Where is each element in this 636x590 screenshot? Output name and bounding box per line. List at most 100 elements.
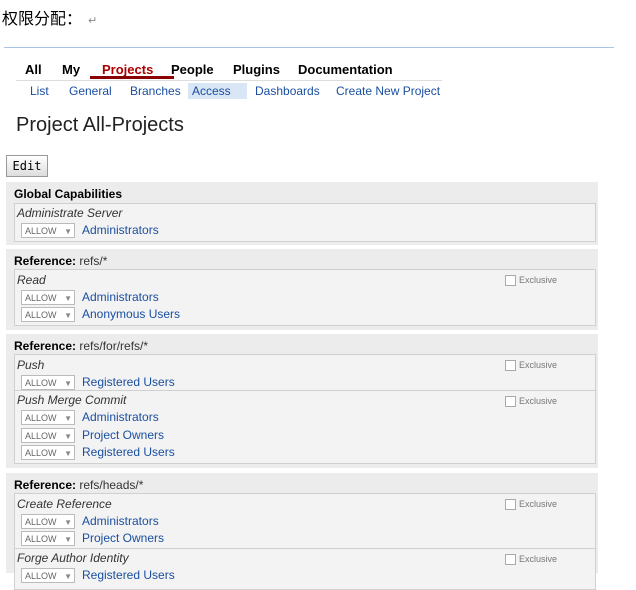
allow-select-value: ALLOW bbox=[25, 448, 57, 458]
chevron-down-icon: ▼ bbox=[64, 414, 72, 423]
chevron-down-icon: ▼ bbox=[64, 432, 72, 441]
nav-people[interactable]: People bbox=[171, 62, 214, 77]
allow-select-value: ALLOW bbox=[25, 310, 57, 320]
section-heading: Reference: refs/for/refs/* bbox=[14, 339, 148, 353]
permission-name: Administrate Server bbox=[17, 206, 123, 220]
permission-block: Forge Author Identity Exclusive ALLOW ▼ R… bbox=[14, 548, 596, 590]
subnav-list[interactable]: List bbox=[26, 83, 53, 99]
chevron-down-icon: ▼ bbox=[64, 294, 72, 303]
paragraph-mark: ↵ bbox=[88, 14, 98, 27]
group-link[interactable]: Registered Users bbox=[82, 568, 175, 582]
group-link[interactable]: Project Owners bbox=[82, 428, 164, 442]
chevron-down-icon: ▼ bbox=[64, 572, 72, 581]
group-link[interactable]: Project Owners bbox=[82, 531, 164, 545]
allow-select-value: ALLOW bbox=[25, 378, 57, 388]
nav-documentation[interactable]: Documentation bbox=[298, 62, 393, 77]
exclusive-label: Exclusive bbox=[519, 275, 558, 285]
reference-label: Reference: bbox=[14, 254, 77, 268]
permission-name: Read bbox=[17, 273, 46, 287]
chevron-down-icon: ▼ bbox=[64, 379, 72, 388]
checkbox-icon bbox=[505, 360, 516, 372]
allow-select[interactable]: ALLOW ▼ bbox=[21, 514, 75, 529]
allow-select-value: ALLOW bbox=[25, 534, 57, 544]
section-reference: Reference: refs/heads/* Create Reference… bbox=[6, 473, 598, 590]
reference-path: refs/heads/* bbox=[79, 478, 144, 492]
subnav-access[interactable]: Access bbox=[188, 83, 247, 99]
nav-projects[interactable]: Projects bbox=[102, 62, 153, 77]
exclusive-label: Exclusive bbox=[519, 396, 558, 406]
group-link[interactable]: Anonymous Users bbox=[82, 307, 180, 321]
chevron-down-icon: ▼ bbox=[64, 227, 72, 236]
allow-select-value: ALLOW bbox=[25, 431, 57, 441]
allow-select-value: ALLOW bbox=[25, 413, 57, 423]
allow-select[interactable]: ALLOW ▼ bbox=[21, 531, 75, 546]
allow-select-value: ALLOW bbox=[25, 226, 57, 236]
document-title-text: 权限分配： bbox=[2, 9, 83, 28]
permission-name: Forge Author Identity bbox=[17, 551, 129, 565]
edit-button[interactable]: Edit bbox=[6, 155, 48, 177]
chevron-down-icon: ▼ bbox=[64, 535, 72, 544]
exclusive-checkbox[interactable]: Exclusive bbox=[505, 499, 558, 511]
section-heading: Global Capabilities bbox=[14, 187, 122, 201]
chevron-down-icon: ▼ bbox=[64, 311, 72, 320]
permission-name: Create Reference bbox=[17, 497, 112, 511]
nav-all[interactable]: All bbox=[25, 62, 42, 77]
exclusive-checkbox[interactable]: Exclusive bbox=[505, 275, 558, 287]
reference-label: Reference: bbox=[14, 339, 77, 353]
group-link[interactable]: Administrators bbox=[82, 223, 159, 237]
allow-select[interactable]: ALLOW ▼ bbox=[21, 445, 75, 460]
allow-select[interactable]: ALLOW ▼ bbox=[21, 290, 75, 305]
subnav-branches[interactable]: Branches bbox=[126, 83, 185, 99]
subnav-create-new-project[interactable]: Create New Project bbox=[332, 83, 444, 99]
permission-name: Push bbox=[17, 358, 45, 372]
group-link[interactable]: Administrators bbox=[82, 514, 159, 528]
allow-select-value: ALLOW bbox=[25, 293, 57, 303]
checkbox-icon bbox=[505, 275, 516, 287]
checkbox-icon bbox=[505, 554, 516, 566]
allow-select-value: ALLOW bbox=[25, 517, 57, 527]
section-reference: Reference: refs/for/refs/* Push Exclusiv… bbox=[6, 334, 598, 468]
subnav-general[interactable]: General bbox=[65, 83, 116, 99]
reference-label: Reference: bbox=[14, 478, 77, 492]
exclusive-label: Exclusive bbox=[519, 499, 558, 509]
permission-block: Administrate Server ALLOW ▼ Administrator… bbox=[14, 203, 596, 242]
chevron-down-icon: ▼ bbox=[64, 518, 72, 527]
nav-active-underline bbox=[90, 76, 174, 79]
nav-plugins[interactable]: Plugins bbox=[233, 62, 280, 77]
group-link[interactable]: Registered Users bbox=[82, 375, 175, 389]
exclusive-label: Exclusive bbox=[519, 554, 558, 564]
section-heading: Reference: refs/* bbox=[14, 254, 107, 268]
group-link[interactable]: Registered Users bbox=[82, 445, 175, 459]
exclusive-checkbox[interactable]: Exclusive bbox=[505, 396, 558, 408]
reference-path: refs/for/refs/* bbox=[79, 339, 149, 353]
reference-path: refs/* bbox=[79, 254, 108, 268]
page-title: Project All-Projects bbox=[16, 114, 184, 136]
section-heading: Reference: refs/heads/* bbox=[14, 478, 143, 492]
allow-select[interactable]: ALLOW ▼ bbox=[21, 307, 75, 322]
section-global-capabilities: Global Capabilities Administrate Server … bbox=[6, 182, 598, 245]
permission-block: Push Merge Commit Exclusive ALLOW ▼ Admin… bbox=[14, 390, 596, 464]
section-reference: Reference: refs/* Read Exclusive ALLOW ▼ … bbox=[6, 249, 598, 330]
divider bbox=[4, 47, 614, 48]
permission-name: Push Merge Commit bbox=[17, 393, 127, 407]
permission-block: Read Exclusive ALLOW ▼ Administrators ALL… bbox=[14, 269, 596, 326]
allow-select[interactable]: ALLOW ▼ bbox=[21, 568, 75, 583]
allow-select[interactable]: ALLOW ▼ bbox=[21, 410, 75, 425]
subnav-dashboards[interactable]: Dashboards bbox=[251, 83, 324, 99]
allow-select[interactable]: ALLOW ▼ bbox=[21, 428, 75, 443]
checkbox-icon bbox=[505, 499, 516, 511]
exclusive-checkbox[interactable]: Exclusive bbox=[505, 360, 557, 372]
chevron-down-icon: ▼ bbox=[64, 449, 72, 458]
document-title: 权限分配： ↵ bbox=[2, 5, 97, 29]
allow-select[interactable]: ALLOW ▼ bbox=[21, 223, 75, 238]
permission-block: Push Exclusive ALLOW ▼ Registered Users bbox=[14, 354, 596, 392]
section-heading-text: Global Capabilities bbox=[14, 187, 123, 201]
permission-block: Create Reference Exclusive ALLOW ▼ Admini… bbox=[14, 493, 596, 550]
top-navigation: All My Projects People Plugins Documenta… bbox=[16, 60, 442, 81]
checkbox-icon bbox=[505, 396, 516, 408]
group-link[interactable]: Administrators bbox=[82, 290, 159, 304]
group-link[interactable]: Administrators bbox=[82, 410, 159, 424]
exclusive-checkbox[interactable]: Exclusive bbox=[505, 554, 558, 566]
nav-my[interactable]: My bbox=[62, 62, 80, 77]
allow-select[interactable]: ALLOW ▼ bbox=[21, 375, 75, 390]
